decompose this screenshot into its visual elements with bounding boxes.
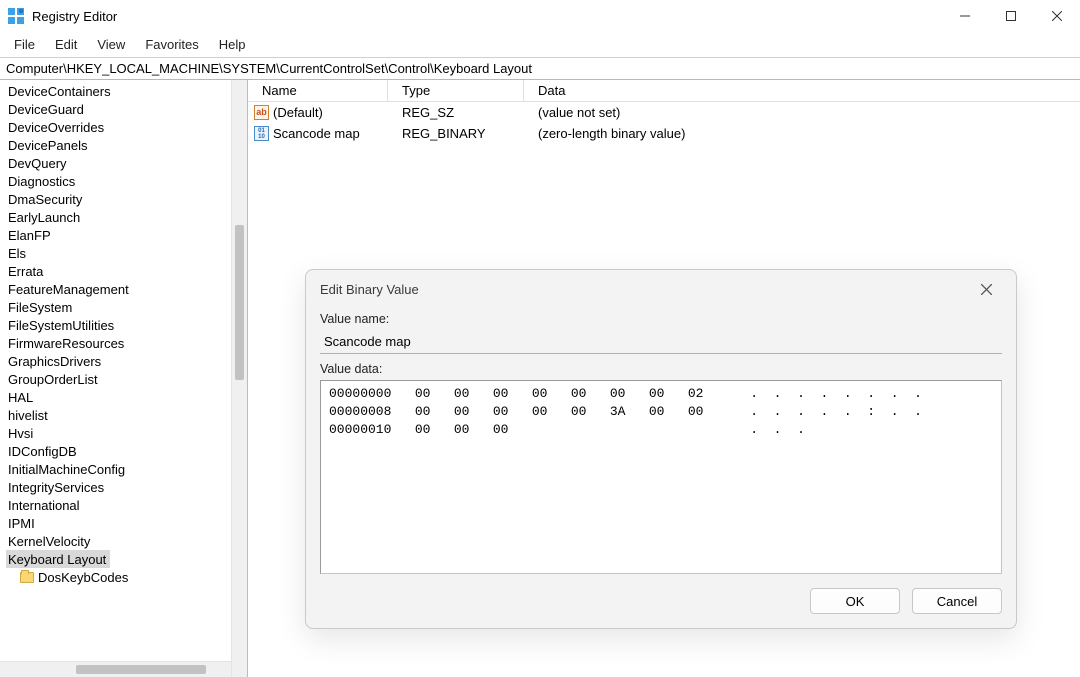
dialog-close-button[interactable] [970, 275, 1002, 303]
tree-item[interactable]: hivelist [6, 406, 247, 424]
tree-item[interactable]: Diagnostics [6, 172, 247, 190]
tree-pane: DeviceContainersDeviceGuardDeviceOverrid… [0, 80, 248, 677]
minimize-button[interactable] [942, 0, 988, 32]
value-type: REG_SZ [388, 105, 524, 120]
scrollbar-thumb[interactable] [76, 665, 206, 674]
tree-item[interactable]: DmaSecurity [6, 190, 247, 208]
tree-item[interactable]: DeviceContainers [6, 82, 247, 100]
tree-horizontal-scrollbar[interactable] [0, 661, 231, 677]
tree-item-label: DosKeybCodes [38, 570, 128, 585]
titlebar: Registry Editor [0, 0, 1080, 32]
list-row[interactable]: 01 10 Scancode map REG_BINARY(zero-length … [248, 123, 1080, 144]
binary-value-icon: 01 10 [254, 126, 269, 141]
tree-item[interactable]: IDConfigDB [6, 442, 247, 460]
menubar: File Edit View Favorites Help [0, 32, 1080, 58]
close-button[interactable] [1034, 0, 1080, 32]
tree-item[interactable]: Hvsi [6, 424, 247, 442]
tree-item[interactable]: Keyboard Layout [6, 550, 110, 568]
tree-item[interactable]: Errata [6, 262, 247, 280]
column-header-type[interactable]: Type [388, 80, 524, 101]
tree-item[interactable]: DosKeybCodes [6, 568, 247, 586]
tree-item[interactable]: EarlyLaunch [6, 208, 247, 226]
tree-item[interactable]: FirmwareResources [6, 334, 247, 352]
tree-item[interactable]: DeviceGuard [6, 100, 247, 118]
column-header-name[interactable]: Name [248, 80, 388, 101]
tree-item[interactable]: Els [6, 244, 247, 262]
tree-item[interactable]: KernelVelocity [6, 532, 247, 550]
dialog-title: Edit Binary Value [320, 282, 419, 297]
tree-item[interactable]: FileSystem [6, 298, 247, 316]
menu-file[interactable]: File [4, 34, 45, 55]
regedit-icon [8, 8, 24, 24]
value-name: (Default) [273, 105, 323, 120]
tree-item[interactable]: HAL [6, 388, 247, 406]
ok-button[interactable]: OK [810, 588, 900, 614]
folder-icon [20, 572, 34, 583]
edit-binary-dialog: Edit Binary Value Value name: Value data… [305, 269, 1017, 629]
tree-item[interactable]: IntegrityServices [6, 478, 247, 496]
value-data-label: Value data: [320, 362, 1002, 376]
value-type: REG_BINARY [388, 126, 524, 141]
address-path: Computer\HKEY_LOCAL_MACHINE\SYSTEM\Curre… [6, 61, 532, 76]
tree-item[interactable]: IPMI [6, 514, 247, 532]
tree-item[interactable]: GraphicsDrivers [6, 352, 247, 370]
tree-item[interactable]: DevicePanels [6, 136, 247, 154]
window-title: Registry Editor [32, 9, 117, 24]
address-bar[interactable]: Computer\HKEY_LOCAL_MACHINE\SYSTEM\Curre… [0, 58, 1080, 80]
value-name: Scancode map [273, 126, 360, 141]
menu-favorites[interactable]: Favorites [135, 34, 208, 55]
tree-vertical-scrollbar[interactable] [231, 80, 247, 677]
value-name-input[interactable] [320, 330, 1002, 354]
maximize-button[interactable] [988, 0, 1034, 32]
tree-item[interactable]: DeviceOverrides [6, 118, 247, 136]
menu-help[interactable]: Help [209, 34, 256, 55]
tree-item[interactable]: InitialMachineConfig [6, 460, 247, 478]
tree-item[interactable]: International [6, 496, 247, 514]
value-data: (value not set) [524, 105, 1080, 120]
tree-item[interactable]: FileSystemUtilities [6, 316, 247, 334]
value-name-label: Value name: [320, 312, 1002, 326]
tree-item[interactable]: FeatureManagement [6, 280, 247, 298]
tree-item[interactable]: DevQuery [6, 154, 247, 172]
string-value-icon: ab [254, 105, 269, 120]
tree-item[interactable]: ElanFP [6, 226, 247, 244]
list-header: Name Type Data [248, 80, 1080, 102]
column-header-data[interactable]: Data [524, 80, 1080, 101]
scrollbar-thumb[interactable] [235, 225, 244, 380]
menu-edit[interactable]: Edit [45, 34, 87, 55]
dialog-titlebar: Edit Binary Value [306, 270, 1016, 308]
tree-item[interactable]: GroupOrderList [6, 370, 247, 388]
cancel-button[interactable]: Cancel [912, 588, 1002, 614]
hex-editor[interactable]: 00000000 00 00 00 00 00 00 00 02 . . . .… [320, 380, 1002, 574]
list-row[interactable]: ab (Default) REG_SZ(value not set) [248, 102, 1080, 123]
menu-view[interactable]: View [87, 34, 135, 55]
value-data: (zero-length binary value) [524, 126, 1080, 141]
